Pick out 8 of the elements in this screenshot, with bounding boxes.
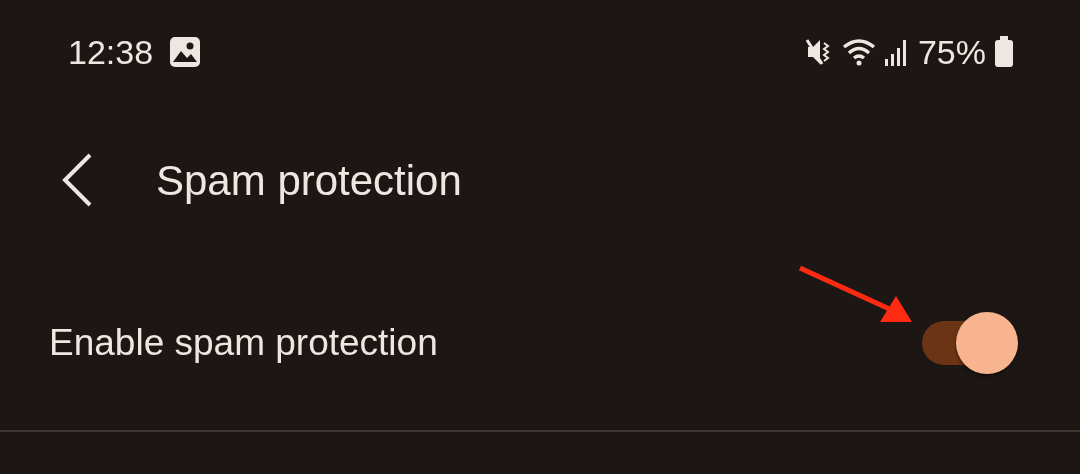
- page-title: Spam protection: [156, 155, 462, 206]
- status-time: 12:38: [68, 31, 154, 73]
- wifi-icon: [841, 38, 876, 66]
- battery-percentage: 75%: [917, 31, 986, 73]
- battery-icon: [994, 36, 1014, 68]
- back-button[interactable]: [60, 152, 94, 208]
- setting-label: Enable spam protection: [49, 321, 438, 366]
- image-icon: [169, 36, 202, 68]
